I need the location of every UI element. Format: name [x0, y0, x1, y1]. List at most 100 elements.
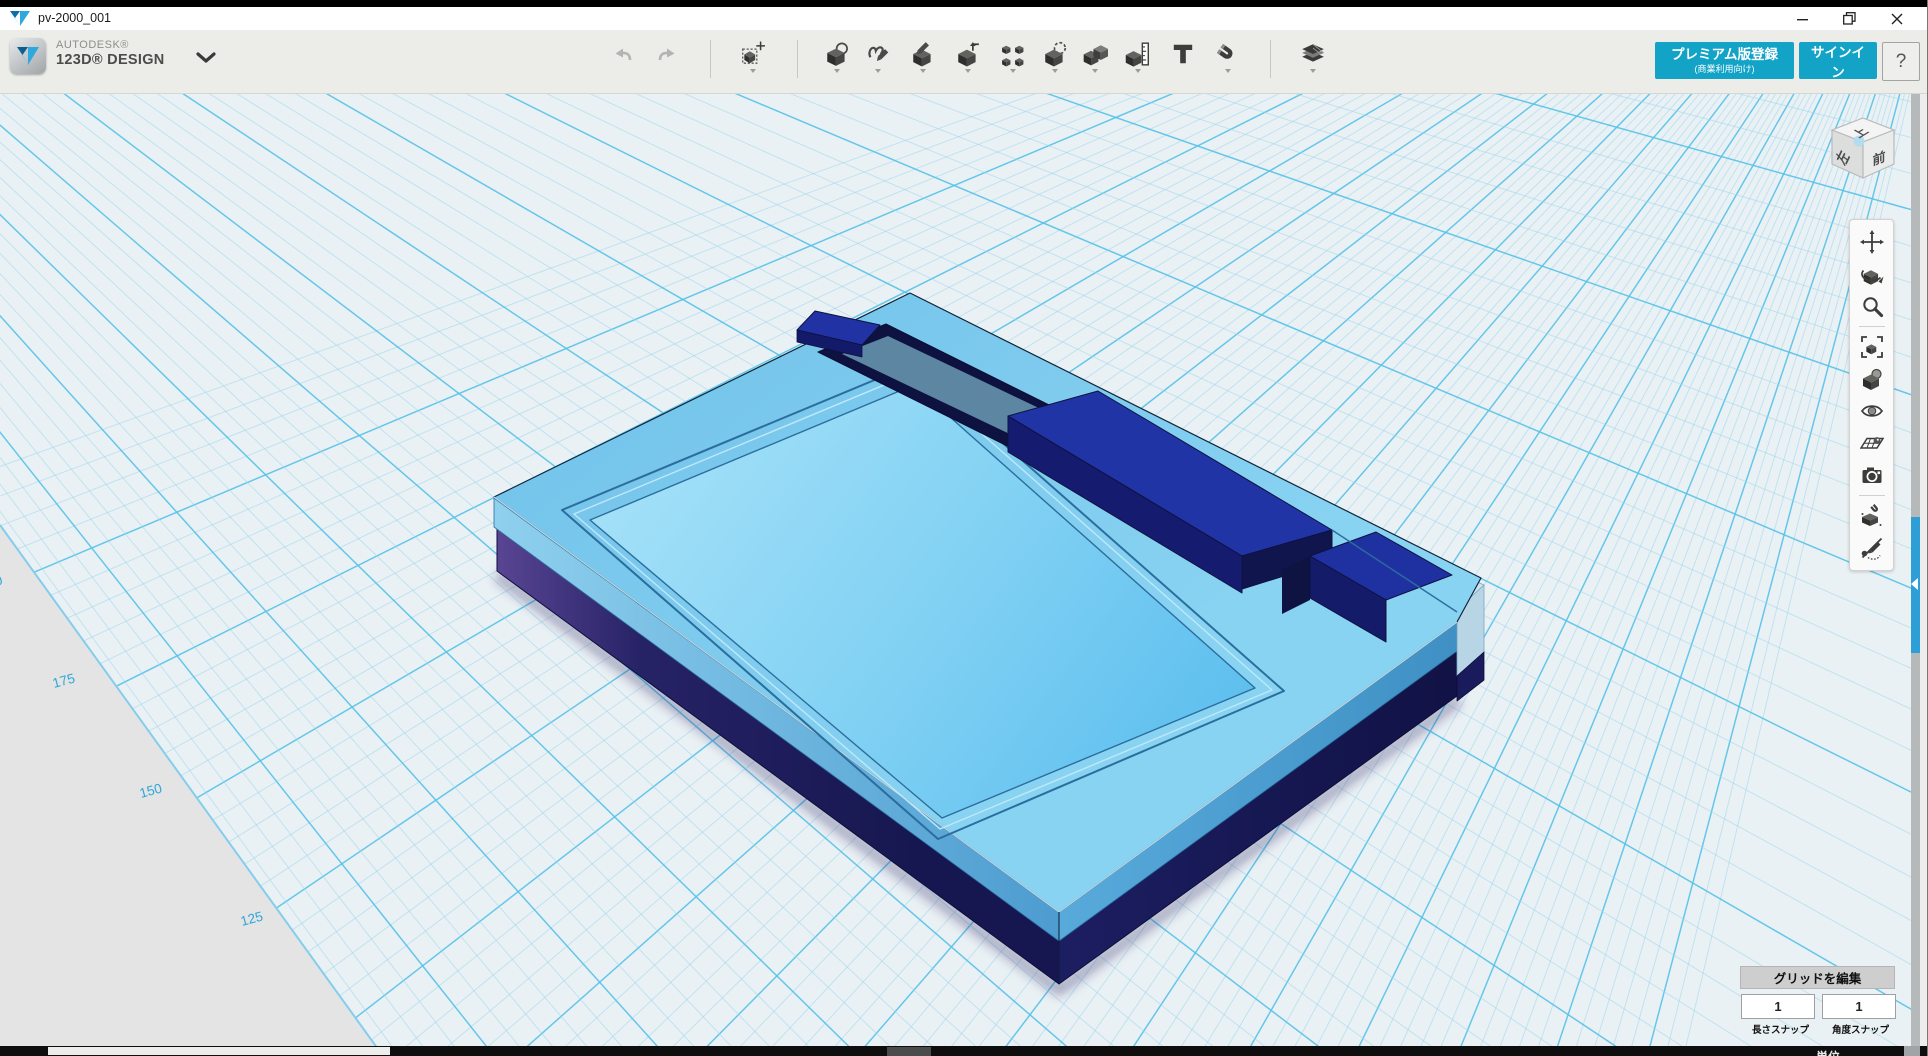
close-icon: [1891, 13, 1903, 25]
tool-caret: [965, 69, 971, 73]
modify-icon: [955, 41, 981, 67]
pan-button[interactable]: [1857, 227, 1887, 257]
panel-collapse-handle[interactable]: [1911, 517, 1920, 653]
toolbar-separator: [710, 40, 711, 78]
construct-icon: [910, 41, 936, 67]
screenshot-button[interactable]: [1857, 460, 1887, 490]
fit-icon: [1860, 335, 1884, 359]
snap-tool-button[interactable]: [1211, 41, 1245, 81]
redo-icon: [653, 44, 681, 68]
sketch-icon: [865, 41, 891, 67]
combine-tool-button[interactable]: [1078, 41, 1112, 81]
angle-snap-label: 角度スナップ: [1832, 1022, 1889, 1036]
toolbar-separator: [797, 40, 798, 78]
zoom-button[interactable]: [1857, 291, 1887, 321]
app-logo-icon: [8, 9, 32, 28]
grid-visibility-button[interactable]: [1857, 428, 1887, 458]
123d-logo-icon: [15, 44, 41, 68]
premium-register-button[interactable]: プレミアム版登録 (商業利用向け): [1655, 42, 1794, 79]
shading-button[interactable]: [1857, 364, 1887, 394]
restore-icon: [1843, 12, 1856, 25]
main-menu-chevron-icon[interactable]: [196, 52, 216, 64]
visibility-button[interactable]: [1857, 396, 1887, 426]
tool-caret: [1225, 69, 1231, 73]
brand-logo-tile[interactable]: [10, 38, 46, 74]
measure-icon: [1125, 41, 1151, 67]
main-toolbar: AUTODESK® 123D® DESIGN: [0, 30, 1927, 94]
collapse-arrow-icon: [1911, 578, 1918, 590]
grid-edit-button[interactable]: グリッドを編集: [1740, 966, 1895, 989]
minimize-button[interactable]: [1783, 7, 1823, 30]
text-tool-button[interactable]: [1166, 41, 1200, 81]
window-right-margin: [1920, 93, 1928, 1046]
window-top-border: [0, 0, 1927, 7]
premium-button-subtitle: (商業利用向け): [1695, 64, 1755, 75]
premium-button-title: プレミアム版登録: [1671, 47, 1778, 64]
orbit-icon: [1860, 262, 1884, 286]
sketch-visibility-button[interactable]: [1857, 533, 1887, 563]
sketch-visibility-icon: [1860, 536, 1884, 560]
window-title: pv-2000_001: [38, 11, 111, 25]
snap-settings-button[interactable]: [1857, 501, 1887, 531]
tool-caret: [1052, 69, 1058, 73]
brand-product-label: 123D® DESIGN: [56, 52, 165, 69]
grid-visibility-icon: [1860, 431, 1884, 455]
scrollbar-corner: [1904, 1046, 1920, 1056]
tool-caret: [834, 69, 840, 73]
orbit-button[interactable]: [1857, 259, 1887, 289]
combine-icon: [1082, 41, 1108, 67]
redo-button[interactable]: [650, 44, 684, 84]
shading-icon: [1860, 367, 1884, 391]
modify-tool-button[interactable]: [951, 41, 985, 81]
minimize-icon: [1797, 13, 1809, 25]
transform-icon: [740, 41, 766, 67]
restore-button[interactable]: [1829, 7, 1869, 30]
material-icon: [1300, 41, 1326, 67]
statusbar-segment: [887, 1047, 931, 1056]
construct-tool-button[interactable]: [906, 41, 940, 81]
nav-separator: [1859, 326, 1885, 327]
text-icon: [1170, 41, 1196, 67]
primitives-icon: [824, 41, 850, 67]
primitives-tool-button[interactable]: [820, 41, 854, 81]
tool-caret: [920, 69, 926, 73]
sketch-tool-button[interactable]: [861, 41, 895, 81]
viewport-canvas[interactable]: 0 175 150 125: [0, 0, 1928, 1056]
group-tool-button[interactable]: [1038, 41, 1072, 81]
help-button[interactable]: ?: [1882, 42, 1920, 81]
fit-button[interactable]: [1857, 332, 1887, 362]
grid-settings-panel: グリッドを編集 長さスナップ 角度スナップ: [1740, 966, 1898, 989]
snap-icon: [1215, 41, 1241, 67]
tool-caret: [750, 69, 756, 73]
pattern-icon: [1000, 41, 1026, 67]
undo-icon: [609, 44, 637, 68]
zoom-icon: [1860, 294, 1884, 318]
title-bar: pv-2000_001: [0, 7, 1927, 30]
group-icon: [1042, 41, 1068, 67]
angle-snap-input[interactable]: [1822, 994, 1896, 1019]
tool-caret: [875, 69, 881, 73]
brand-company-label: AUTODESK®: [56, 39, 165, 52]
undo-button[interactable]: [606, 44, 640, 84]
tool-caret: [1010, 69, 1016, 73]
vertical-scrollbar-track[interactable]: [1911, 93, 1920, 1046]
tool-caret: [1135, 69, 1141, 73]
signin-button[interactable]: サインイン: [1799, 42, 1877, 79]
tool-caret: [1092, 69, 1098, 73]
measure-tool-button[interactable]: [1121, 41, 1155, 81]
screenshot-icon: [1860, 463, 1884, 487]
nav-separator: [1859, 495, 1885, 496]
length-snap-input[interactable]: [1741, 994, 1815, 1019]
brand-text: AUTODESK® 123D® DESIGN: [56, 39, 165, 68]
units-label: 単位: [1816, 1048, 1840, 1056]
navigation-rail: [1849, 219, 1894, 571]
transform-tool-button[interactable]: [736, 41, 770, 81]
pan-icon: [1860, 230, 1884, 254]
snap-settings-icon: [1860, 504, 1884, 528]
material-tool-button[interactable]: [1296, 41, 1330, 81]
tool-caret: [1310, 69, 1316, 73]
horizontal-scrollbar-thumb[interactable]: [48, 1047, 390, 1055]
pattern-tool-button[interactable]: [996, 41, 1030, 81]
status-bar: 単位: [0, 1046, 1927, 1056]
close-button[interactable]: [1877, 7, 1917, 30]
